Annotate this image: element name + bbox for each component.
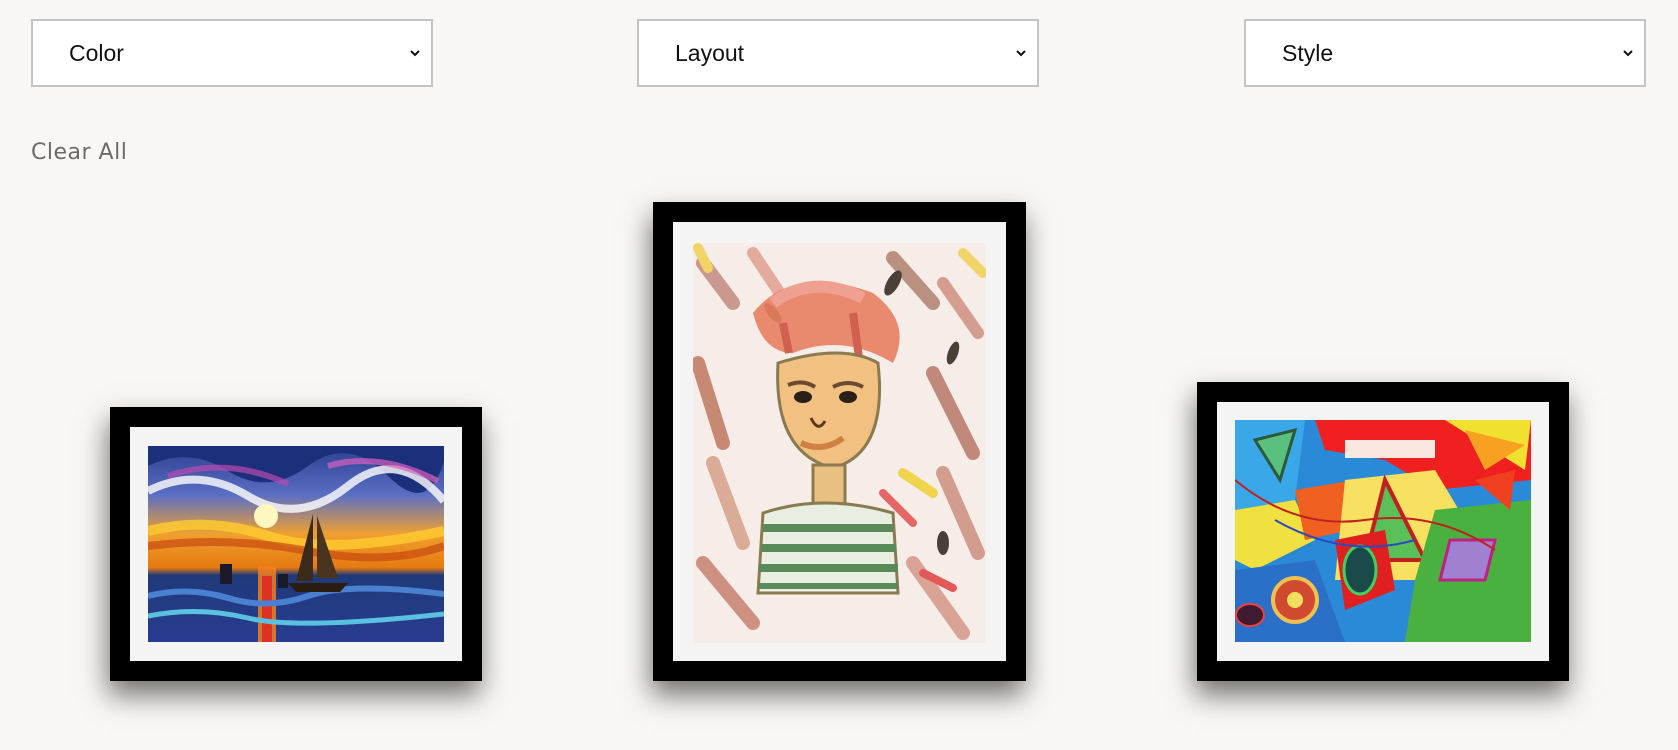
style-filter-select[interactable]: Style — [1244, 19, 1646, 87]
color-filter-select[interactable]: Color — [31, 19, 433, 87]
artwork-frame-portrait[interactable] — [653, 202, 1026, 681]
artwork-frame-sailboat[interactable] — [110, 407, 482, 681]
clear-all-link[interactable]: Clear All — [31, 140, 127, 165]
layout-filter-label: Layout — [675, 39, 745, 66]
chevron-down-icon — [410, 50, 420, 57]
child-portrait-painting — [693, 243, 986, 643]
sailboat-sunset-painting — [148, 446, 444, 642]
layout-filter-select[interactable]: Layout — [637, 19, 1039, 87]
color-filter-label: Color — [69, 39, 124, 66]
chevron-down-icon — [1623, 50, 1633, 57]
style-filter-label: Style — [1282, 39, 1334, 66]
chevron-down-icon — [1016, 50, 1026, 57]
abstract-colorful-painting — [1235, 420, 1531, 642]
artwork-frame-abstract[interactable] — [1197, 382, 1569, 681]
